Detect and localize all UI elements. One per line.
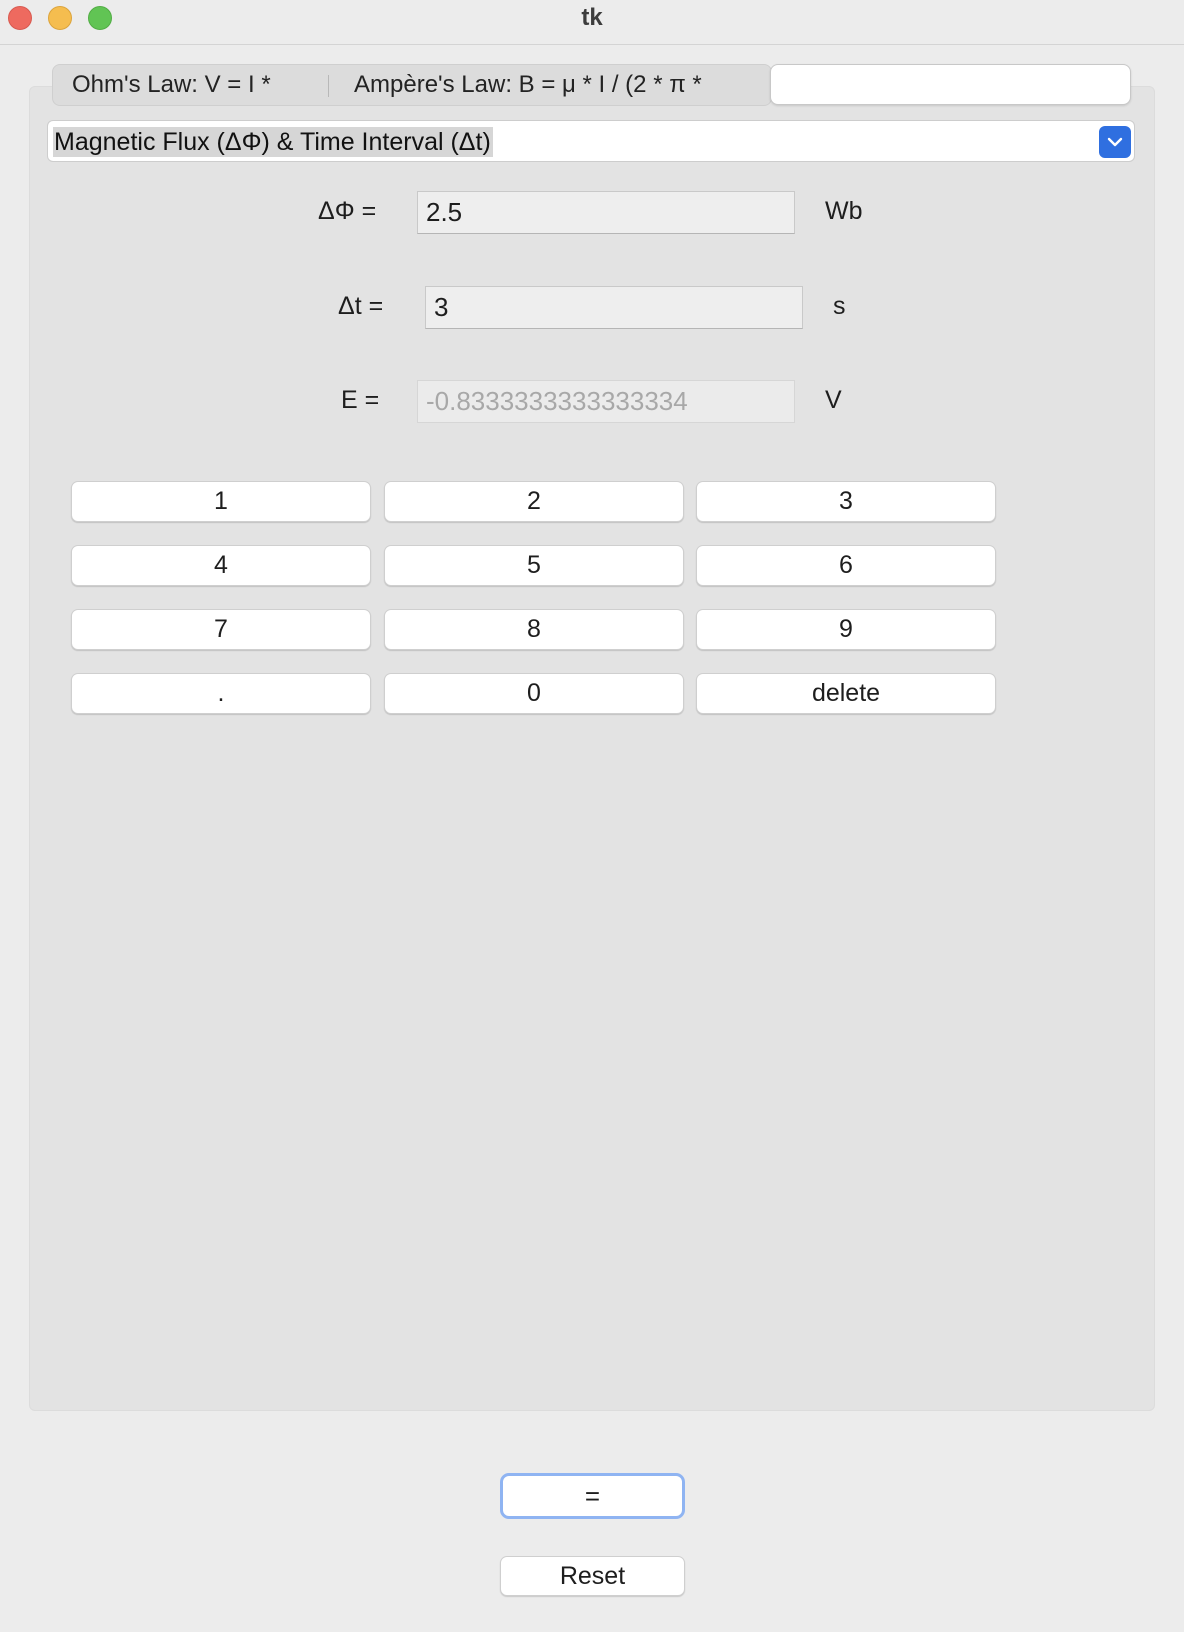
emf-label: E =: [341, 386, 380, 414]
emf-unit: V: [825, 386, 842, 414]
time-input[interactable]: 3: [425, 286, 803, 329]
key-0[interactable]: 0: [384, 673, 684, 714]
reset-button[interactable]: Reset: [500, 1556, 685, 1596]
tab-bar: Ohm's Law: V = I * Ampère's Law: B = μ *…: [52, 64, 772, 106]
mode-select[interactable]: Magnetic Flux (ΔΦ) & Time Interval (Δt): [47, 120, 1135, 162]
key-2[interactable]: 2: [384, 481, 684, 522]
key-5[interactable]: 5: [384, 545, 684, 586]
time-label: Δt =: [338, 292, 384, 320]
time-unit: s: [833, 292, 846, 320]
key-delete[interactable]: delete: [696, 673, 996, 714]
flux-unit: Wb: [825, 197, 863, 225]
flux-input[interactable]: 2.5: [417, 191, 795, 234]
key-8[interactable]: 8: [384, 609, 684, 650]
tab-ohms-law[interactable]: Ohm's Law: V = I *: [72, 65, 271, 105]
chevron-down-icon: [1107, 137, 1123, 147]
key-7[interactable]: 7: [71, 609, 371, 650]
equals-button[interactable]: =: [500, 1473, 685, 1519]
window-title: tk: [581, 4, 603, 31]
key-9[interactable]: 9: [696, 609, 996, 650]
notebook-panel: [29, 86, 1155, 1411]
tab-selected[interactable]: [770, 64, 1131, 105]
tab-separator: [328, 75, 329, 97]
key-6[interactable]: 6: [696, 545, 996, 586]
mode-select-dropdown-button[interactable]: [1099, 126, 1131, 158]
title-bar: tk: [0, 0, 1184, 45]
app-window: tk Ohm's Law: V = I * Ampère's Law: B = …: [0, 0, 1184, 1632]
tab-amperes-law[interactable]: Ampère's Law: B = μ * I / (2 * π *: [354, 65, 702, 105]
emf-output: -0.8333333333333334: [417, 380, 795, 423]
key-1[interactable]: 1: [71, 481, 371, 522]
key-4[interactable]: 4: [71, 545, 371, 586]
mode-select-value: Magnetic Flux (ΔΦ) & Time Interval (Δt): [53, 127, 493, 157]
key-3[interactable]: 3: [696, 481, 996, 522]
key-decimal[interactable]: .: [71, 673, 371, 714]
flux-label: ΔΦ =: [318, 197, 377, 225]
